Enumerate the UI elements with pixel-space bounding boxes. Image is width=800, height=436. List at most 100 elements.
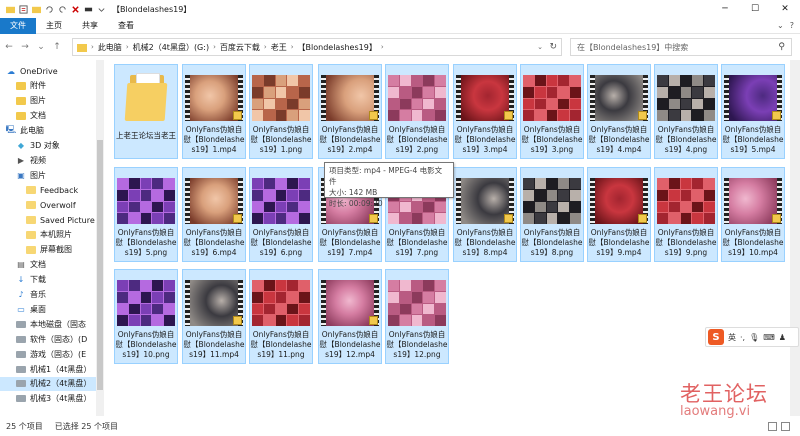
nav-item[interactable]: 机械2（4t黑盘） [0, 376, 96, 391]
nav-item[interactable]: Feedback [0, 183, 96, 197]
file-item[interactable]: OnlyFans伪娘自慰【Blondelashes19】1.mp4 [182, 64, 246, 159]
nav-item[interactable]: ☁ OneDrive [0, 64, 96, 78]
shirt-icon[interactable]: ♟ [779, 333, 786, 342]
content-scrollbar[interactable] [790, 60, 800, 416]
breadcrumb-this-pc[interactable]: 此电脑 [98, 42, 122, 53]
cube-icon: ◆ [17, 141, 25, 150]
nav-item-label: 桌面 [30, 304, 46, 314]
breadcrumb-baidu[interactable]: 百度云下载 [220, 42, 260, 53]
breadcrumb-drive[interactable]: 机械2（4t黑盘）(G:) [133, 42, 209, 53]
nav-item[interactable]: ♪ 音乐 [0, 288, 96, 302]
file-item[interactable]: OnlyFans伪娘自慰【Blondelashes19】2.png [385, 64, 449, 159]
file-item[interactable]: OnlyFans伪娘自慰【Blondelashes19】8.png [520, 167, 584, 262]
breadcrumb-current[interactable]: 【Blondelashes19】 [298, 42, 377, 53]
address-bar[interactable]: › 此电脑 › 机械2（4t黑盘）(G:) › 百度云下载 › 老王 › 【Bl… [72, 38, 562, 56]
nav-item-label: 文档 [30, 111, 46, 121]
sogou-logo-icon[interactable]: S [708, 329, 724, 345]
nav-item[interactable]: ◆ 3D 对象 [0, 139, 96, 153]
file-item[interactable]: OnlyFans伪娘自慰【Blondelashes19】10.png [114, 269, 178, 364]
file-item[interactable]: OnlyFans伪娘自慰【Blondelashes19】3.mp4 [453, 64, 517, 159]
rename-icon[interactable] [84, 5, 93, 14]
recent-locations-icon[interactable]: ⌄ [34, 40, 48, 54]
nav-item[interactable]: Saved Picture [0, 213, 96, 227]
ime-punctuation-icon[interactable]: ·, [740, 333, 745, 342]
file-item[interactable]: OnlyFans伪娘自慰【Blondelashes19】12.png [385, 269, 449, 364]
nav-item[interactable]: ▶ 视频 [0, 153, 96, 167]
file-item[interactable]: OnlyFans伪娘自慰【Blondelashes19】10.mp4 [721, 167, 785, 262]
file-item[interactable]: OnlyFans伪娘自慰【Blondelashes19】11.mp4 [182, 269, 246, 364]
keyboard-icon[interactable]: ⌨ [763, 333, 775, 342]
refresh-icon[interactable]: ↻ [549, 42, 557, 52]
file-item[interactable]: OnlyFans伪娘自慰【Blondelashes19】4.png [654, 64, 718, 159]
breadcrumb-laowang[interactable]: 老王 [271, 42, 287, 53]
back-button[interactable]: ← [2, 40, 16, 54]
tab-share[interactable]: 共享 [72, 18, 108, 34]
details-view-icon[interactable] [768, 421, 777, 431]
close-button[interactable]: ✕ [770, 0, 800, 18]
chevron-right-icon[interactable]: › [291, 43, 294, 51]
nav-item[interactable]: Overwolf [0, 198, 96, 212]
tab-file[interactable]: 文件 [0, 17, 36, 34]
microphone-icon[interactable]: 🎙 [749, 333, 759, 342]
nav-item[interactable]: 文档 [0, 109, 96, 123]
file-name: OnlyFans伪娘自慰【Blondelashes19】11.mp4 [183, 330, 245, 359]
nav-scrollbar-thumb[interactable] [97, 140, 103, 390]
ime-language[interactable]: 英 [728, 332, 736, 343]
tab-view[interactable]: 查看 [108, 18, 144, 34]
nav-item[interactable]: 图片 [0, 94, 96, 108]
nav-item[interactable]: 机械3（4t黑盘） [0, 392, 96, 406]
nav-item[interactable]: 本地磁盘（固态 [0, 317, 96, 331]
nav-item[interactable]: ▤ 文档 [0, 258, 96, 272]
search-icon[interactable]: ⚲ [778, 42, 785, 52]
file-item[interactable]: OnlyFans伪娘自慰【Blondelashes19】12.mp4 [318, 269, 382, 364]
address-dropdown-icon[interactable]: ⌄ [537, 43, 543, 51]
nav-item[interactable]: 本机照片 [0, 228, 96, 242]
nav-item[interactable]: 机械1（4t黑盘） [0, 362, 96, 376]
properties-icon[interactable] [19, 4, 28, 14]
forward-button[interactable]: → [18, 40, 32, 54]
file-item[interactable]: OnlyFans伪娘自慰【Blondelashes19】11.png [249, 269, 313, 364]
expand-ribbon-icon[interactable]: ⌄ [777, 21, 784, 30]
nav-scrollbar[interactable] [96, 60, 104, 416]
chevron-right-icon[interactable]: › [126, 43, 129, 51]
nav-item[interactable]: 附件 [0, 79, 96, 93]
search-box[interactable]: 在【Blondelashes19】中搜索 ⚲ [570, 38, 792, 56]
nav-item[interactable]: ▣ 图片 [0, 168, 96, 182]
minimize-button[interactable]: ─ [710, 0, 740, 18]
file-item[interactable]: OnlyFans伪娘自慰【Blondelashes19】4.mp4 [587, 64, 651, 159]
file-item[interactable]: OnlyFans伪娘自慰【Blondelashes19】6.png [249, 167, 313, 262]
customize-dropdown-icon[interactable] [97, 5, 106, 14]
new-folder-icon[interactable] [32, 5, 41, 14]
chevron-right-icon[interactable]: › [381, 43, 384, 51]
folder-icon [16, 96, 26, 105]
nav-item[interactable]: 🖳 此电脑 [0, 124, 96, 138]
help-icon[interactable]: ? [790, 21, 794, 30]
nav-item[interactable]: ▭ 桌面 [0, 302, 96, 316]
file-item[interactable]: OnlyFans伪娘自慰【Blondelashes19】1.png [249, 64, 313, 159]
nav-item[interactable]: 游戏（固态）(E [0, 347, 96, 361]
maximize-button[interactable]: ☐ [740, 0, 770, 18]
redo-icon[interactable] [58, 5, 67, 14]
nav-item[interactable]: 屏幕截图 [0, 243, 96, 257]
file-item[interactable]: OnlyFans伪娘自慰【Blondelashes19】2.mp4 [318, 64, 382, 159]
file-item[interactable]: OnlyFans伪娘自慰【Blondelashes19】3.png [520, 64, 584, 159]
undo-icon[interactable] [45, 5, 54, 14]
up-button[interactable]: ↑ [50, 40, 64, 54]
video-thumbnail [590, 178, 648, 224]
file-item[interactable]: OnlyFans伪娘自慰【Blondelashes19】9.mp4 [587, 167, 651, 262]
file-item[interactable]: OnlyFans伪娘自慰【Blondelashes19】5.mp4 [721, 64, 785, 159]
folder-item[interactable]: 上老王论坛当老王 [114, 64, 178, 159]
file-item[interactable]: OnlyFans伪娘自慰【Blondelashes19】9.png [654, 167, 718, 262]
nav-item[interactable]: 软件（固态）(D [0, 332, 96, 346]
file-item[interactable]: OnlyFans伪娘自慰【Blondelashes19】5.png [114, 167, 178, 262]
tab-home[interactable]: 主页 [36, 18, 72, 34]
large-icons-view-icon[interactable] [781, 421, 790, 431]
chevron-right-icon[interactable]: › [91, 43, 94, 51]
delete-icon[interactable] [71, 5, 80, 14]
chevron-right-icon[interactable]: › [264, 43, 267, 51]
nav-item[interactable]: ↓ 下载 [0, 273, 96, 287]
file-item[interactable]: OnlyFans伪娘自慰【Blondelashes19】8.mp4 [453, 167, 517, 262]
file-item[interactable]: OnlyFans伪娘自慰【Blondelashes19】6.mp4 [182, 167, 246, 262]
file-name: OnlyFans伪娘自慰【Blondelashes19】10.mp4 [722, 228, 784, 257]
chevron-right-icon[interactable]: › [213, 43, 216, 51]
